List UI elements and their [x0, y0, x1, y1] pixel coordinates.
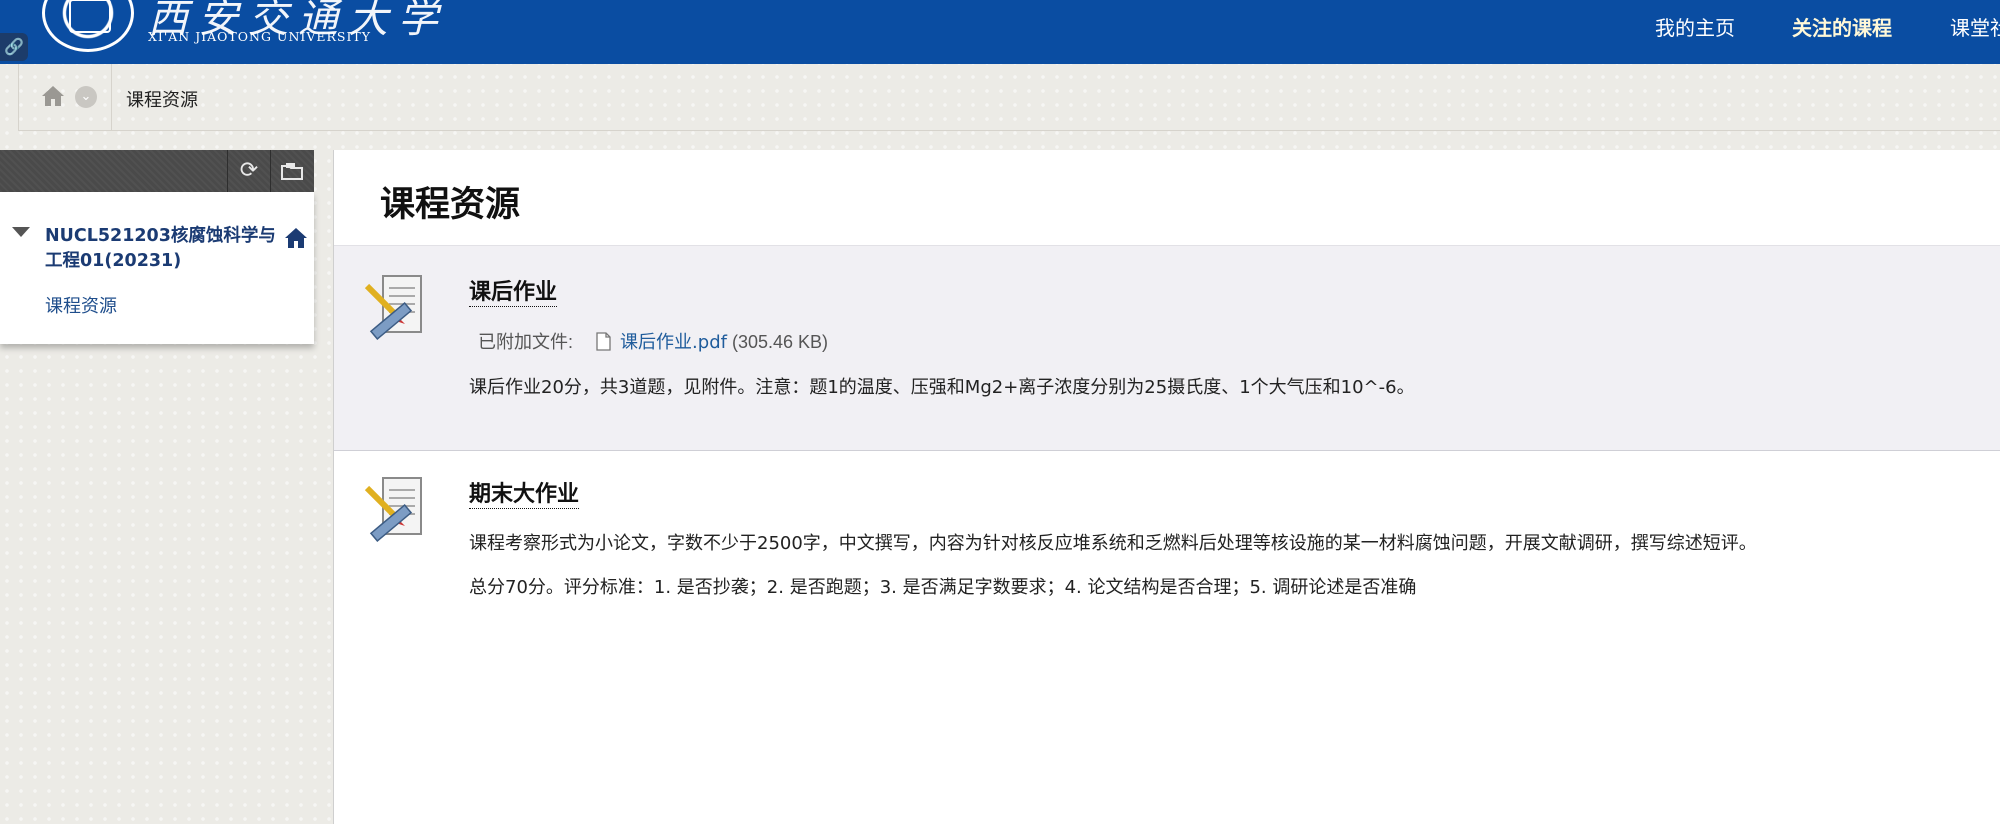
- attached-files: 已附加文件: 课后作业.pdf (305.46 KB): [478, 328, 828, 354]
- link-icon[interactable]: 🔗: [0, 33, 28, 61]
- menu-item-course-resources[interactable]: 课程资源: [45, 292, 117, 318]
- course-title-link[interactable]: NUCL521203核腐蚀科学与工程01(20231): [45, 224, 285, 274]
- collapse-caret-icon[interactable]: [12, 227, 30, 237]
- item-description: 课后作业20分，共3道题，见附件。注意：题1的温度、压强和Mg2+离子浓度分别为…: [469, 377, 1415, 398]
- course-menu-toolbar: ⟳: [0, 150, 314, 192]
- item-description: 课程考察形式为小论文，字数不少于2500字，中文撰写，内容为针对核反应堆系统和乏…: [469, 533, 1757, 554]
- folder-view-icon[interactable]: [270, 150, 313, 192]
- content-item-homework: 课后作业 已附加文件: 课后作业.pdf (305.46 KB) 课后作业20分…: [334, 245, 2000, 451]
- university-seal-logo[interactable]: [42, 0, 134, 52]
- course-menu: NUCL521203核腐蚀科学与工程01(20231) 课程资源: [0, 192, 314, 344]
- content-item-final-project: 期末大作业 课程考察形式为小论文，字数不少于2500字，中文撰写，内容为针对核反…: [334, 450, 2000, 650]
- nav-followed-courses[interactable]: 关注的课程: [1792, 12, 1892, 41]
- attached-file-link[interactable]: 课后作业.pdf: [620, 332, 727, 353]
- refresh-icon[interactable]: ⟳: [227, 150, 270, 192]
- assignment-icon: [364, 477, 422, 542]
- page-title: 课程资源: [380, 185, 521, 225]
- file-icon: [596, 332, 611, 351]
- nav-my-home[interactable]: 我的主页: [1655, 12, 1735, 41]
- top-header-bar: 西安交通大学 XI'AN JIAOTONG UNIVERSITY 🔗 我的主页 …: [0, 0, 2000, 64]
- attached-files-label: 已附加文件:: [478, 332, 574, 352]
- breadcrumb-current: 课程资源: [126, 90, 198, 111]
- assignment-icon: [364, 275, 422, 340]
- nav-classroom-community[interactable]: 课堂社区: [1950, 12, 2000, 41]
- item-title-homework[interactable]: 课后作业: [469, 280, 558, 307]
- item-grading-criteria: 总分70分。评分标准：1. 是否抄袭；2. 是否跑题；3. 是否满足字数要求；4…: [469, 577, 1417, 598]
- course-home-icon[interactable]: [284, 226, 308, 250]
- chevron-down-icon[interactable]: ⌄: [75, 86, 97, 108]
- item-title-final-project[interactable]: 期末大作业: [469, 482, 580, 509]
- attached-file-size: (305.46 KB): [731, 332, 829, 352]
- breadcrumb: ⌄ 课程资源: [18, 64, 2000, 131]
- content-area: 课程资源 课后作业 已附加文件: 课后作业.pdf (305.46 KB) 课后…: [333, 150, 2000, 824]
- breadcrumb-divider: [111, 64, 112, 130]
- university-logo-english: XI'AN JIAOTONG UNIVERSITY: [148, 29, 371, 44]
- home-icon[interactable]: [41, 84, 65, 108]
